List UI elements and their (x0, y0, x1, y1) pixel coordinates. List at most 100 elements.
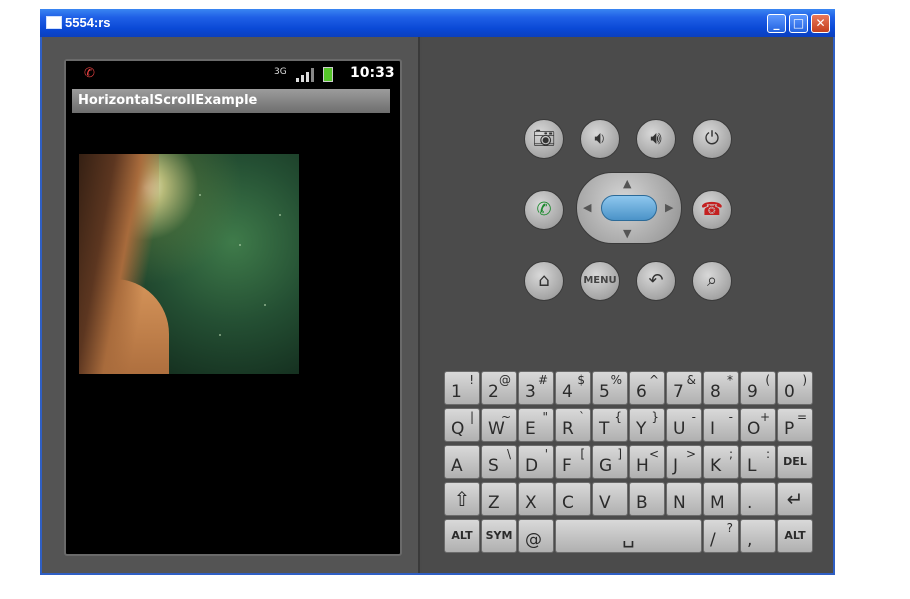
key-sublabel: | (469, 410, 474, 424)
missed-call-icon: ✆ (84, 66, 95, 81)
key-alt-left[interactable]: ALT (444, 519, 480, 553)
key-p[interactable]: P = (777, 408, 813, 442)
key-label: ⇧ (453, 487, 471, 511)
key-6[interactable]: 6 ^ (629, 371, 665, 405)
key-space[interactable]: ␣ (555, 519, 702, 553)
key-r[interactable]: R ` (555, 408, 591, 442)
scroll-image[interactable] (79, 154, 299, 374)
photo-bokeh (199, 194, 201, 196)
app-title-bar: HorizontalScrollExample (72, 89, 390, 113)
key-8[interactable]: 8 * (703, 371, 739, 405)
key-label: . (747, 493, 753, 513)
key-at[interactable]: @ (518, 519, 554, 553)
key-b[interactable]: B (629, 482, 665, 516)
key-h[interactable]: H < (629, 445, 665, 479)
key-period[interactable]: . (740, 482, 776, 516)
key-9[interactable]: 9( (740, 371, 776, 405)
end-call-button[interactable]: ☎ (692, 190, 732, 230)
key-enter[interactable]: ↵ (777, 482, 813, 516)
key-z[interactable]: Z (481, 482, 517, 516)
key-n[interactable]: N (666, 482, 702, 516)
key-w[interactable]: W ~ (481, 408, 517, 442)
key-sublabel: # (537, 373, 548, 387)
key-shift[interactable]: ⇧ (444, 482, 480, 516)
key-3[interactable]: 3 # (518, 371, 554, 405)
volume-up-button[interactable]: 🔊︎ (636, 119, 676, 159)
home-button[interactable]: ⌂ (524, 261, 564, 301)
back-icon: ↶ (648, 270, 664, 291)
dpad[interactable]: ▲ ▼ ◀ ▶ (576, 172, 682, 244)
key-label: 3 (525, 382, 536, 402)
key-1[interactable]: 1! (444, 371, 480, 405)
minimize-button[interactable]: _ (767, 14, 786, 33)
key-c[interactable]: C (555, 482, 591, 516)
key-sublabel: ! (469, 373, 474, 387)
key-q[interactable]: Q | (444, 408, 480, 442)
key-g[interactable]: G] (592, 445, 628, 479)
key-i[interactable]: I- (703, 408, 739, 442)
key-label: X (525, 493, 537, 513)
dpad-left-icon[interactable]: ◀ (583, 201, 591, 214)
key-4[interactable]: 4 $ (555, 371, 591, 405)
key-label: V (599, 493, 611, 513)
dpad-up-icon[interactable]: ▲ (623, 177, 631, 190)
camera-button[interactable]: 📷︎ (524, 119, 564, 159)
key-label: S (488, 456, 499, 476)
key-f[interactable]: F[ (555, 445, 591, 479)
key-e[interactable]: E " (518, 408, 554, 442)
key-u[interactable]: U- (666, 408, 702, 442)
close-button[interactable]: ✕ (811, 14, 830, 33)
search-button[interactable]: ⌕ (692, 261, 732, 301)
key-sublabel: - (728, 410, 733, 424)
key-label: ALT (451, 529, 473, 542)
power-button[interactable]: ⏻ (692, 119, 732, 159)
key-sublabel: } (651, 410, 659, 424)
controls-panel: 📷︎ 🔉︎ 🔊︎ ⏻ ✆ ▲ ▼ ◀ ▶ ☎ ⌂ MENU ↶ ⌕ 1! 2 @3 #… (422, 37, 833, 573)
key-d[interactable]: D ' (518, 445, 554, 479)
status-bar: ✆ 3G 10:33 (66, 61, 396, 87)
key-x[interactable]: X (518, 482, 554, 516)
key-k[interactable]: K; (703, 445, 739, 479)
key-0[interactable]: 0) (777, 371, 813, 405)
key-label: 1 (451, 382, 462, 402)
key-y[interactable]: Y} (629, 408, 665, 442)
volume-up-icon: 🔊︎ (650, 128, 662, 149)
key-o[interactable]: O + (740, 408, 776, 442)
key-sublabel: [ (580, 447, 585, 461)
key-s[interactable]: S \ (481, 445, 517, 479)
device-screen[interactable]: ✆ 3G 10:33 HorizontalScrollExample (64, 59, 402, 556)
key-label: 9 (747, 382, 758, 402)
window-title: 5554:rs (65, 15, 111, 30)
key-t[interactable]: T{ (592, 408, 628, 442)
photo-bokeh (219, 334, 221, 336)
volume-down-icon: 🔉︎ (594, 128, 606, 149)
key-7[interactable]: 7 & (666, 371, 702, 405)
dpad-center-button[interactable] (601, 195, 657, 221)
menu-button[interactable]: MENU (580, 261, 620, 301)
key-a[interactable]: A (444, 445, 480, 479)
screen-panel: ✆ 3G 10:33 HorizontalScrollExample (42, 37, 420, 573)
key-del[interactable]: DEL (777, 445, 813, 479)
title-bar[interactable]: 5554:rs _ □ ✕ (40, 9, 835, 37)
key-slash[interactable]: /? (703, 519, 739, 553)
key-l[interactable]: L: (740, 445, 776, 479)
key-label: J (673, 456, 679, 476)
key-comma[interactable]: , (740, 519, 776, 553)
key-j[interactable]: J > (666, 445, 702, 479)
dpad-down-icon[interactable]: ▼ (623, 227, 631, 240)
volume-down-button[interactable]: 🔉︎ (580, 119, 620, 159)
key-alt-right[interactable]: ALT (777, 519, 813, 553)
photo-bokeh (264, 304, 266, 306)
key-label: 7 (673, 382, 684, 402)
call-button[interactable]: ✆ (524, 190, 564, 230)
key-2[interactable]: 2 @ (481, 371, 517, 405)
dpad-right-icon[interactable]: ▶ (665, 201, 673, 214)
key-v[interactable]: V (592, 482, 628, 516)
key-m[interactable]: M (703, 482, 739, 516)
key-sublabel: < (648, 447, 659, 461)
key-label: ␣ (622, 524, 635, 548)
key-sym[interactable]: SYM (481, 519, 517, 553)
maximize-button[interactable]: □ (789, 14, 808, 33)
key-5[interactable]: 5% (592, 371, 628, 405)
back-button[interactable]: ↶ (636, 261, 676, 301)
